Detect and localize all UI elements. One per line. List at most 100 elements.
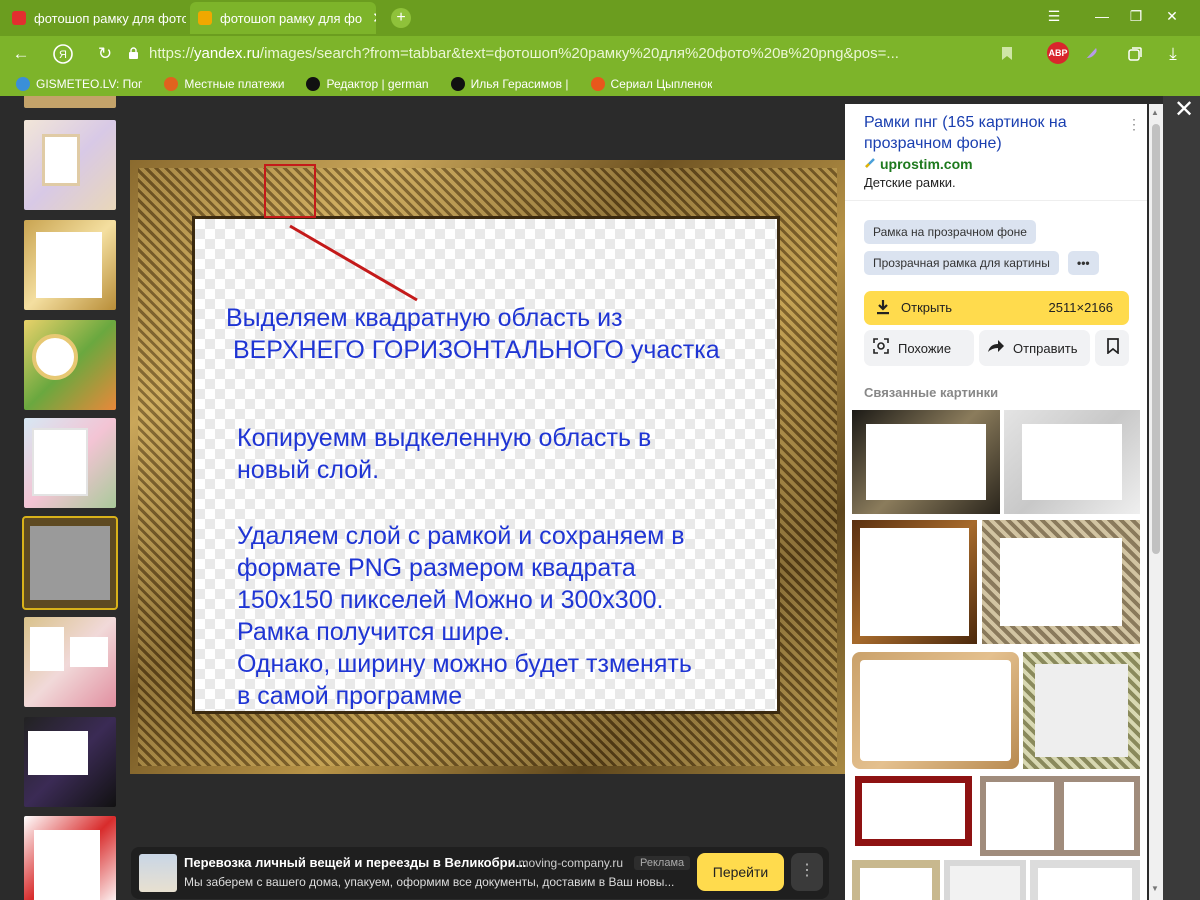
thumbnail-selected[interactable] <box>22 516 118 610</box>
related-image[interactable] <box>980 776 1140 856</box>
tag-chip[interactable]: Прозрачная рамка для картины <box>864 251 1059 275</box>
reload-icon[interactable]: ↻ <box>92 42 118 66</box>
back-arrow-icon[interactable]: ← <box>8 42 34 66</box>
url-field[interactable]: https://yandex.ru/images/search?from=tab… <box>128 42 908 66</box>
annotation-line-4: новый слой. <box>237 456 380 484</box>
ad-thumbnail <box>139 854 177 892</box>
payments-icon <box>164 77 179 91</box>
share-label: Отправить <box>1013 340 1078 356</box>
bookmark-label: Местные платежи <box>184 77 285 91</box>
background-page-edge <box>1163 96 1200 900</box>
ad-source: • moving-company.ru <box>511 856 624 870</box>
bookmark-label: Сериал Цыпленок <box>610 77 713 91</box>
scroll-down-icon[interactable]: ▼ <box>1151 884 1159 893</box>
more-options-icon[interactable]: ⋮ <box>1127 116 1141 133</box>
collections-icon[interactable] <box>1122 42 1148 66</box>
annotation-line-1: Выделяем квадратную область из <box>226 304 623 332</box>
annotation-line-2: ВЕРХНЕГО ГОРИЗОНТАЛЬНОГО участка <box>226 336 720 364</box>
bookmark-series[interactable]: Сериал Цыпленок <box>590 77 713 91</box>
tab-2[interactable]: фотошоп рамку для фо ✕ <box>190 2 376 34</box>
tab-bar: фотошоп рамку для фото фотошоп рамку для… <box>0 0 1200 36</box>
close-viewer-button[interactable]: ✕ <box>1170 96 1198 124</box>
source-title-link[interactable]: Рамки пнг (165 картинок на прозрачном фо… <box>864 112 1114 154</box>
related-image[interactable] <box>852 410 1000 514</box>
bookmark-payments[interactable]: Местные платежи <box>164 77 284 91</box>
thumbnail[interactable] <box>24 320 116 410</box>
open-image-button[interactable]: Открыть 2511×2166 <box>864 291 1129 325</box>
share-button[interactable]: Отправить <box>979 330 1090 366</box>
related-image[interactable] <box>944 860 1026 900</box>
bookmark-outline-icon <box>1104 337 1121 359</box>
tabs-menu-icon[interactable]: ☰ <box>1042 8 1066 25</box>
ad-label-badge: Реклама <box>634 856 691 870</box>
thumbnail[interactable] <box>24 617 116 707</box>
url-prefix: https:// <box>149 45 195 62</box>
related-image[interactable] <box>1004 410 1140 514</box>
ad-description: Мы заберем с вашего дома, упакуем, оформ… <box>184 875 675 889</box>
related-image[interactable] <box>1023 652 1140 769</box>
divider <box>845 200 1147 201</box>
ad-go-button[interactable]: Перейти <box>697 853 784 891</box>
bookmark-editor[interactable]: Редактор | german <box>306 77 429 91</box>
new-tab-button[interactable]: + <box>391 8 411 28</box>
bookmark-label: GISMETEO.LV: Пог <box>36 77 143 91</box>
ad-more-button[interactable]: ⋮ <box>791 853 823 891</box>
related-image[interactable] <box>852 860 940 900</box>
main-image[interactable]: Выделяем квадратную область из ВЕРХНЕГО … <box>130 160 845 774</box>
thumbnail[interactable] <box>24 96 116 108</box>
download-icon[interactable]: ⤓ <box>1160 42 1186 66</box>
scrollbar-thumb[interactable] <box>1152 124 1160 554</box>
related-image[interactable] <box>855 776 972 846</box>
tag-chip[interactable]: Рамка на прозрачном фоне <box>864 220 1036 244</box>
more-tags-button[interactable]: ••• <box>1068 251 1099 275</box>
tab-close-icon[interactable]: ✕ <box>372 9 376 27</box>
source-domain-link[interactable]: uprostim.com <box>864 156 973 172</box>
tab-1-title: фотошоп рамку для фото <box>34 10 186 26</box>
thumbnail[interactable] <box>24 816 116 900</box>
download-arrow-icon <box>876 299 890 319</box>
thumbnail[interactable] <box>24 717 116 807</box>
annotation-line-5: Удаляем слой с рамкой и сохраняем в <box>237 522 685 550</box>
bookmark-ilya[interactable]: Илья Герасимов | <box>450 77 569 91</box>
thumbnail[interactable] <box>24 418 116 508</box>
source-description: Детские рамки. <box>864 175 956 190</box>
annotation-line-9: Однако, ширину можно будет тзменять <box>237 650 692 678</box>
ad-title[interactable]: Перевозка личный вещей и переезды в Вели… <box>184 855 526 870</box>
annotation-line-6: формате PNG размером квадрата <box>237 554 636 582</box>
restore-button[interactable]: ❐ <box>1124 8 1148 25</box>
annotation-line-8: Рамка получится шире. <box>237 618 511 646</box>
scroll-up-icon[interactable]: ▲ <box>1151 108 1159 117</box>
bookmark-gismeteo[interactable]: GISMETEO.LV: Пог <box>16 77 142 91</box>
editor-icon <box>306 77 321 91</box>
images-favicon-icon <box>198 11 212 25</box>
open-label: Открыть <box>901 300 953 315</box>
tab-1[interactable]: фотошоп рамку для фото <box>4 2 186 34</box>
adblock-plus-icon[interactable]: ABP <box>1047 42 1069 64</box>
panel-scrollbar[interactable]: ▲ ▼ <box>1149 104 1163 900</box>
yandex-home-icon[interactable]: Я <box>50 42 76 66</box>
ad-banner[interactable]: Перевозка личный вещей и переезды в Вели… <box>131 847 829 899</box>
bookmark-icon[interactable] <box>994 42 1020 66</box>
related-image[interactable] <box>852 652 1019 769</box>
yandex-favicon-icon <box>12 11 26 25</box>
save-to-collection-button[interactable] <box>1095 330 1129 366</box>
profile-icon <box>450 77 465 91</box>
bookmark-label: Илья Герасимов | <box>470 77 569 91</box>
annotation-line-10: в самой программе <box>237 682 463 710</box>
related-image[interactable] <box>1030 860 1140 900</box>
similar-button[interactable]: Похожие <box>864 330 974 366</box>
gismeteo-icon <box>16 77 30 91</box>
thumbnail[interactable] <box>24 120 116 210</box>
url-domain: yandex.ru <box>194 45 260 62</box>
thumbnail-strip[interactable] <box>22 96 118 900</box>
related-image[interactable] <box>852 520 977 644</box>
lock-icon <box>128 43 139 59</box>
thumbnail[interactable] <box>24 220 116 310</box>
window-close-button[interactable]: ✕ <box>1160 8 1184 25</box>
feather-extension-icon[interactable] <box>1078 42 1104 66</box>
minimize-button[interactable]: — <box>1090 8 1114 24</box>
image-viewer: Выделяем квадратную область из ВЕРХНЕГО … <box>0 96 1200 900</box>
share-arrow-icon <box>987 339 1005 358</box>
related-image[interactable] <box>982 520 1140 644</box>
similar-label: Похожие <box>898 340 952 356</box>
